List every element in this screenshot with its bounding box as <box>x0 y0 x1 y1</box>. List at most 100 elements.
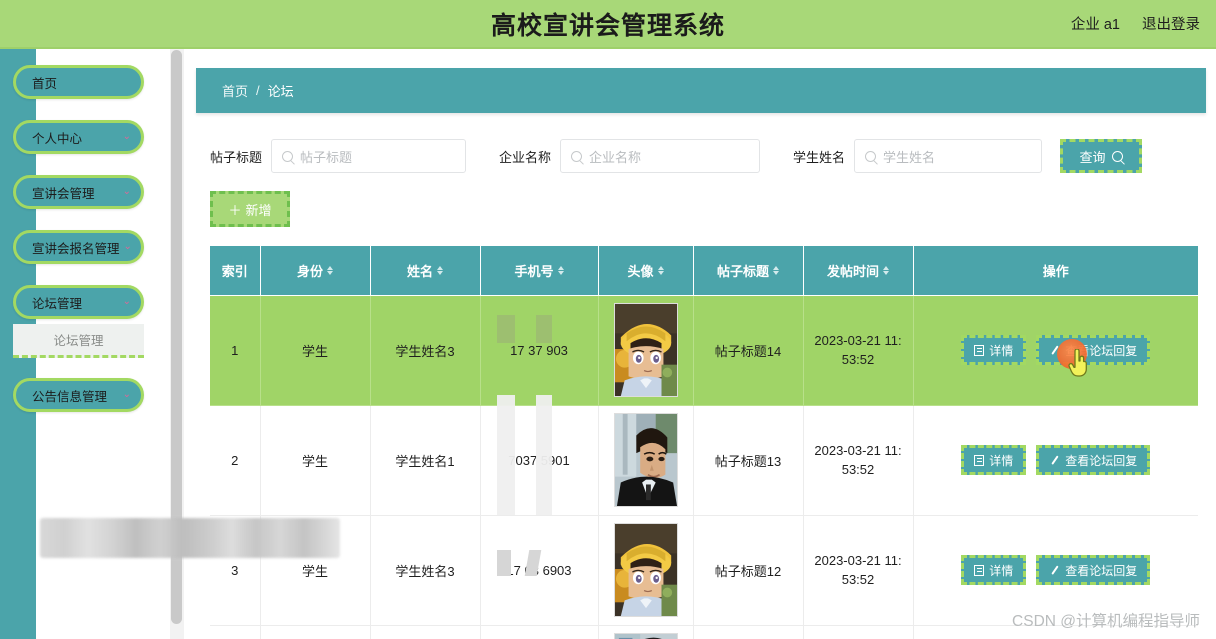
avatar[interactable] <box>613 523 678 617</box>
table-row[interactable]: 2 学生 学生姓名1 7037 5901 帖子标题13 2023-03-21 1… <box>210 405 1198 516</box>
search-icon <box>571 150 583 162</box>
column-label: 帖子标题 <box>716 263 769 279</box>
breadcrumb-home[interactable]: 首页 <box>222 81 248 100</box>
view-forum-reply-button[interactable]: 查看论坛回复 <box>1036 555 1151 585</box>
sidebar-item-home[interactable]: 首页 <box>13 65 144 99</box>
document-icon <box>974 344 985 356</box>
sort-icon[interactable] <box>883 265 889 275</box>
sidebar-item-session-signup-management[interactable]: 宣讲会报名管理 ⌄ <box>13 230 144 264</box>
cell-avatar <box>598 295 694 406</box>
avatar-image-anime <box>614 524 677 616</box>
table-header-row: 索引 身份 姓名 手机号 头像 帖子标题 发帖时间 操作 <box>210 246 1198 296</box>
column-label: 发帖时间 <box>826 263 879 279</box>
student-name-filter-input[interactable]: 学生姓名 <box>854 139 1043 173</box>
sidebar-item-session-management[interactable]: 宣讲会管理 ⌄ <box>13 175 144 209</box>
view-forum-reply-label: 查看论坛回复 <box>1065 343 1138 358</box>
sidebar-item-label: 首页 <box>32 76 58 91</box>
company-name-filter-input[interactable]: 企业名称 <box>560 139 761 173</box>
post-time-line1: 2023-03-21 11: <box>814 443 902 458</box>
view-forum-reply-button[interactable]: 查看论坛回复 <box>1036 335 1151 365</box>
detail-button-label: 详情 <box>989 563 1014 578</box>
sort-icon[interactable] <box>773 265 779 275</box>
detail-button[interactable]: 详情 <box>961 555 1027 585</box>
cell-post-time <box>803 625 914 639</box>
cell-identity: 学生 <box>260 295 371 406</box>
sidebar-item-label: 宣讲会报名管理 <box>32 241 120 256</box>
plus-icon: ＋ <box>228 202 242 218</box>
sidebar-subitem-label: 论坛管理 <box>53 334 104 348</box>
column-header-post-time[interactable]: 发帖时间 <box>803 246 914 296</box>
chevron-down-icon: ⌄ <box>122 389 131 400</box>
column-header-name[interactable]: 姓名 <box>370 246 481 296</box>
vertical-scrollbar-thumb[interactable] <box>171 50 182 624</box>
sidebar-subitem-forum-management[interactable]: 论坛管理 <box>13 324 144 358</box>
column-label: 索引 <box>221 263 248 279</box>
chevron-down-icon: ⌄ <box>123 241 132 252</box>
cell-name: 学生姓名1 <box>370 405 481 516</box>
company-name-filter-label: 企业名称 <box>499 149 552 165</box>
avatar[interactable] <box>613 633 678 639</box>
post-title-filter-input[interactable]: 帖子标题 <box>271 139 467 173</box>
logout-button[interactable]: 退出登录 <box>1142 13 1200 34</box>
column-header-identity[interactable]: 身份 <box>260 246 371 296</box>
pencil-icon <box>1049 345 1060 356</box>
post-title-filter-label: 帖子标题 <box>210 149 263 165</box>
table-row[interactable]: 1 学生 学生姓名3 17 37 903 帖子标题14 2023-03-21 1… <box>210 295 1198 406</box>
cell-index: 2 <box>210 405 261 516</box>
document-icon <box>974 564 985 576</box>
sort-icon[interactable] <box>437 265 443 275</box>
current-user-label: 企业 a1 <box>1070 17 1120 33</box>
student-name-filter-label: 学生姓名 <box>793 149 846 165</box>
document-icon <box>974 454 985 466</box>
sort-icon[interactable] <box>557 265 564 275</box>
student-name-filter-placeholder: 学生姓名 <box>883 149 936 165</box>
chevron-down-icon: ⌄ <box>122 296 131 307</box>
column-header-phone[interactable]: 手机号 <box>480 246 599 296</box>
sidebar-item-announcement-management[interactable]: 公告信息管理 ⌄ <box>13 378 144 412</box>
pencil-icon <box>1049 455 1060 466</box>
column-header-post-title[interactable]: 帖子标题 <box>693 246 804 296</box>
cell-phone: 17 37 903 <box>480 295 599 406</box>
forum-table-container: 索引 身份 姓名 手机号 头像 帖子标题 发帖时间 操作 1 学生 学生姓名3 … <box>210 246 1198 639</box>
table-row[interactable]: 3 学生 学生姓名3 17 03 6903 帖子标题12 2023-03-21 … <box>210 515 1198 626</box>
column-label: 身份 <box>296 263 323 279</box>
chevron-down-icon: ⌄ <box>122 186 131 197</box>
sort-icon[interactable] <box>657 265 664 275</box>
sidebar-item-label: 个人中心 <box>32 131 83 146</box>
page-title: 高校宣讲会管理系统 <box>490 11 725 40</box>
query-button[interactable]: 查询 <box>1060 139 1143 173</box>
sidebar-item-label: 公告信息管理 <box>32 389 108 404</box>
avatar[interactable] <box>613 413 678 507</box>
search-icon <box>1111 150 1123 162</box>
sidebar-item-label: 宣讲会管理 <box>32 186 95 201</box>
table-row[interactable] <box>210 625 1198 639</box>
cell-post-title <box>693 625 804 639</box>
column-label: 操作 <box>1042 263 1069 279</box>
column-header-avatar[interactable]: 头像 <box>598 246 694 296</box>
post-time-line2: 53:52 <box>841 462 875 477</box>
cell-post-title: 帖子标题13 <box>693 405 804 516</box>
cell-post-title: 帖子标题14 <box>693 295 804 406</box>
cell-name: 学生姓名3 <box>370 295 481 406</box>
view-forum-reply-label: 查看论坛回复 <box>1065 453 1138 468</box>
post-time-line2: 53:52 <box>841 352 875 367</box>
post-title-filter-placeholder: 帖子标题 <box>300 149 353 165</box>
company-name-filter-placeholder: 企业名称 <box>589 149 642 165</box>
avatar[interactable] <box>613 303 678 397</box>
cell-avatar <box>598 625 694 639</box>
search-icon <box>865 150 877 162</box>
sort-icon[interactable] <box>327 265 333 275</box>
view-forum-reply-button[interactable]: 查看论坛回复 <box>1036 445 1151 475</box>
column-label: 头像 <box>627 263 654 279</box>
cell-post-time: 2023-03-21 11: 53:52 <box>803 515 914 626</box>
sidebar-item-personal-center[interactable]: 个人中心 ⌄ <box>13 120 144 154</box>
add-button[interactable]: ＋ 新增 <box>210 191 290 227</box>
cell-avatar <box>598 405 694 516</box>
sidebar-item-forum-management[interactable]: 论坛管理 ⌄ <box>13 285 144 319</box>
detail-button[interactable]: 详情 <box>961 445 1027 475</box>
cell-identity: 学生 <box>260 405 371 516</box>
sidebar-menu: 首页 个人中心 ⌄ 宣讲会管理 ⌄ 宣讲会报名管理 ⌄ 论坛管理 ⌄ 论坛管理 … <box>0 49 170 639</box>
pencil-icon <box>1049 565 1060 576</box>
detail-button[interactable]: 详情 <box>961 335 1027 365</box>
avatar-image-photo <box>614 414 677 506</box>
